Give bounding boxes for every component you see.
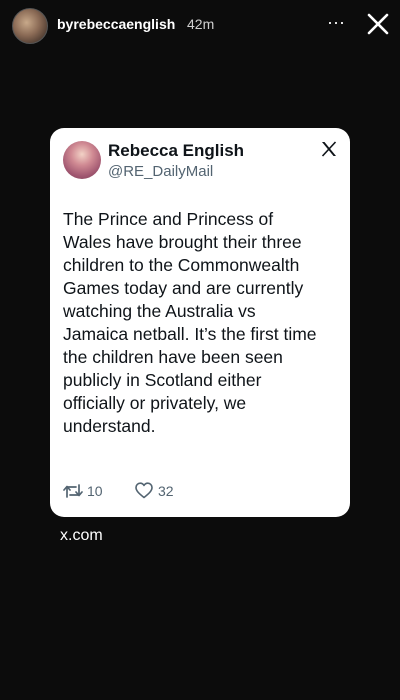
retweet-icon[interactable] [63, 483, 83, 499]
story-username[interactable]: byrebeccaenglish [57, 16, 175, 32]
heart-icon[interactable] [135, 482, 153, 499]
retweet-count: 10 [87, 483, 103, 499]
link-sticker[interactable]: x.com [60, 527, 103, 545]
profile-avatar[interactable] [12, 8, 48, 44]
close-icon[interactable] [364, 10, 392, 38]
more-options-icon[interactable]: ··· [326, 10, 346, 34]
tweet-text: The Prince and Princess of Wales have br… [63, 209, 317, 436]
story-timestamp: 42m [187, 16, 215, 32]
tweet-author-handle: @RE_DailyMail [108, 163, 214, 180]
like-count: 32 [158, 483, 174, 499]
story-header: byrebeccaenglish 42m ··· [0, 0, 400, 50]
tweet-card[interactable]: Rebecca English @RE_DailyMail The Prince… [50, 128, 350, 517]
x-logo-icon [320, 140, 338, 158]
tweet-author-name: Rebecca English [108, 141, 245, 160]
tweet-author-avatar [63, 141, 101, 179]
